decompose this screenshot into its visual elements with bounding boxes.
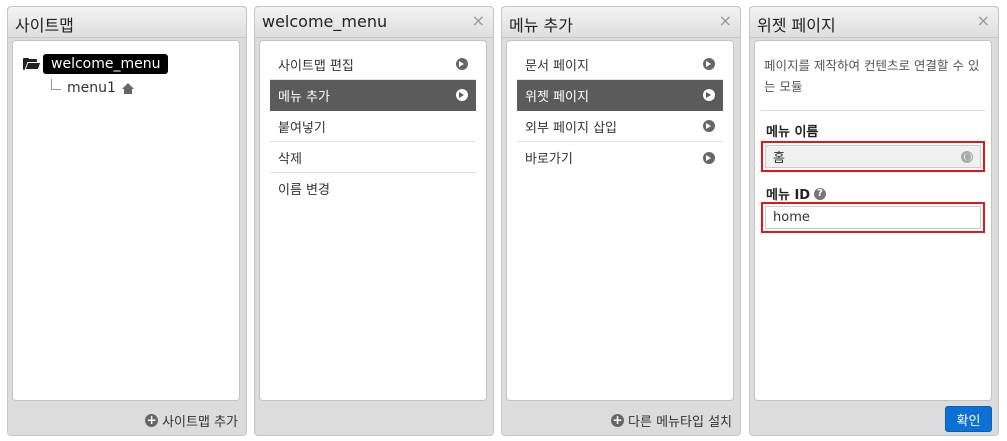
close-icon[interactable]: × [719,12,732,30]
menu-id-field-highlight: home [761,202,985,233]
menu-item-delete[interactable]: 삭제 [270,142,476,173]
tree-connector [51,79,61,90]
widget-page-footer: 확인 [750,403,998,435]
plus-circle-icon: + [611,413,625,427]
add-menu-panel-header: 메뉴 추가 × [502,7,740,38]
install-menu-type-label: 다른 메뉴타입 설치 [628,415,732,430]
add-menu-footer: + 다른 메뉴타입 설치 [502,403,740,435]
add-menu-panel: 메뉴 추가 × 문서 페이지 위젯 페이지 외부 페이지 삽입 바로가기 + 다… [501,6,741,436]
install-menu-type-button[interactable]: + 다른 메뉴타입 설치 [611,411,732,430]
tree-child-node[interactable]: menu1 [67,80,134,96]
arrow-right-circle-icon [456,58,468,70]
confirm-button[interactable]: 확인 [945,406,992,432]
sitemap-footer: + 사이트맵 추가 [8,403,246,435]
widget-page-title: 위젯 페이지 [757,16,836,35]
widget-page-panel-header: 위젯 페이지 × [750,7,998,38]
tree-child-label[interactable]: menu1 [67,80,116,96]
widget-page-form: 페이지를 제작하여 컨텐츠로 연결할 수 있는 모듈 메뉴 이름 홈 메뉴 ID… [754,40,992,401]
menu-item-document-page[interactable]: 문서 페이지 [517,49,723,80]
menu-item-label: 바로가기 [525,152,573,167]
sitemap-title: 사이트맵 [15,16,74,35]
add-sitemap-label: 사이트맵 추가 [162,415,238,430]
arrow-right-circle-icon [456,89,468,101]
widget-page-description: 페이지를 제작하여 컨텐츠로 연결할 수 있는 모듈 [764,58,980,94]
arrow-right-circle-icon [703,120,715,132]
globe-icon[interactable] [961,150,973,163]
welcome-menu-panel: welcome_menu × 사이트맵 편집 메뉴 추가 붙여넣기 삭제 이름 … [254,6,494,436]
menu-item-label: 이름 변경 [278,183,330,198]
arrow-right-circle-icon [703,58,715,70]
plus-circle-icon: + [145,413,159,427]
welcome-menu-body: 사이트맵 편집 메뉴 추가 붙여넣기 삭제 이름 변경 [259,40,487,401]
menu-name-label-text: 메뉴 이름 [766,125,819,140]
menu-item-label: 메뉴 추가 [278,89,330,105]
menu-item-label: 문서 페이지 [525,58,589,74]
menu-item-edit-sitemap[interactable]: 사이트맵 편집 [270,49,476,80]
welcome-menu-list: 사이트맵 편집 메뉴 추가 붙여넣기 삭제 이름 변경 [270,49,476,204]
menu-name-field-highlight: 홈 [761,141,985,172]
close-icon[interactable]: × [977,12,990,30]
menu-item-shortcut[interactable]: 바로가기 [517,142,723,173]
divider [761,110,985,111]
sitemap-tree: welcome_menu menu1 [12,40,240,401]
menu-item-external-page[interactable]: 외부 페이지 삽입 [517,111,723,142]
arrow-right-circle-icon [703,89,715,101]
menu-item-add-menu[interactable]: 메뉴 추가 [270,80,476,111]
arrow-right-circle-icon [703,151,715,164]
question-circle-icon[interactable]: ? [814,187,827,200]
menu-name-field[interactable]: 홈 [765,145,981,168]
welcome-menu-panel-header: welcome_menu × [255,7,493,38]
menu-id-field[interactable]: home [765,206,981,229]
menu-item-paste[interactable]: 붙여넣기 [270,111,476,142]
add-menu-title: 메뉴 추가 [509,16,573,35]
close-icon[interactable]: × [472,12,485,30]
tree-root-label[interactable]: welcome_menu [43,54,169,74]
widget-page-panel: 위젯 페이지 × 페이지를 제작하여 컨텐츠로 연결할 수 있는 모듈 메뉴 이… [749,6,999,436]
folder-open-icon [23,58,42,70]
menu-item-rename[interactable]: 이름 변경 [270,173,476,204]
menu-item-label: 외부 페이지 삽입 [525,120,617,136]
menu-id-value: home [773,210,810,225]
menu-name-value: 홈 [773,151,785,166]
home-icon [121,82,134,94]
menu-name-label: 메뉴 이름 [766,121,818,140]
add-sitemap-button[interactable]: + 사이트맵 추가 [145,411,238,430]
menu-id-label-text: 메뉴 ID [766,188,811,203]
menu-item-widget-page[interactable]: 위젯 페이지 [517,80,723,111]
menu-item-label: 붙여넣기 [278,120,326,136]
welcome-menu-title: welcome_menu [262,12,388,31]
sitemap-panel-header: 사이트맵 [8,7,246,38]
add-menu-body: 문서 페이지 위젯 페이지 외부 페이지 삽입 바로가기 [506,40,734,401]
add-menu-list: 문서 페이지 위젯 페이지 외부 페이지 삽입 바로가기 [517,49,723,173]
tree-root-node[interactable]: welcome_menu [23,54,169,74]
menu-item-label: 삭제 [278,151,302,167]
menu-item-label: 사이트맵 편집 [278,58,354,74]
menu-id-label: 메뉴 ID ? [766,184,827,203]
menu-item-label: 위젯 페이지 [525,89,589,105]
sitemap-panel: 사이트맵 welcome_menu menu1 + 사이트맵 추가 [7,6,247,436]
